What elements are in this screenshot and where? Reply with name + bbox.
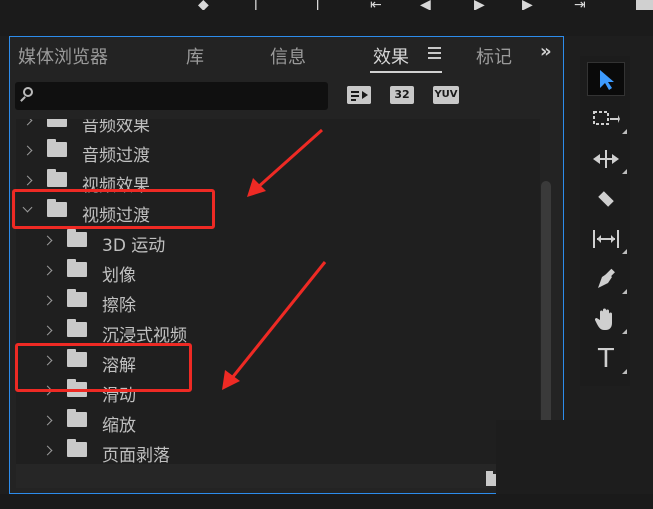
tree-item[interactable]: 擦除 [16, 289, 540, 319]
tree-item[interactable]: 音频过渡 [16, 139, 540, 169]
tree-scrollbar[interactable] [540, 119, 552, 464]
selection-tool[interactable] [587, 62, 625, 96]
folder-icon [67, 409, 87, 427]
insert-icon[interactable] [636, 0, 653, 10]
folder-icon [67, 259, 87, 277]
annotation-box-video-transitions [12, 189, 215, 229]
folder-icon [47, 169, 67, 187]
slip-icon [593, 230, 619, 248]
tree-item[interactable]: 页面剥落 [16, 439, 540, 464]
tab-markers[interactable]: 标记 [476, 43, 512, 69]
panel-footer [16, 464, 554, 488]
yuv-effects-icon[interactable]: YUV [433, 86, 459, 104]
overflow-chevron-icon[interactable]: » [540, 41, 552, 62]
chevron-right-icon[interactable] [42, 325, 53, 336]
hand-icon [594, 308, 612, 330]
tree-item-label: 音频效果 [82, 119, 150, 136]
tree-item-label: 音频过渡 [82, 146, 150, 166]
selection-tool-icon [600, 70, 614, 90]
search-input[interactable] [41, 85, 325, 107]
chevron-right-icon[interactable] [22, 145, 33, 156]
folder-icon [47, 119, 67, 127]
tree-item[interactable]: 缩放 [16, 409, 540, 439]
play-icon[interactable]: ▶ [474, 0, 485, 10]
top-transport-bar: ◆ ⌊ ⌋ ⇤ ◀ ▶ ▶ ⇥ [0, 0, 653, 36]
step-forward-icon[interactable]: ▶ [522, 0, 533, 10]
mark-in-icon[interactable]: ⌊ [254, 0, 259, 10]
track-select-tool[interactable] [587, 102, 627, 136]
effects-panel: 媒体浏览器 库 信息 效果 标记 » 32 YUV 音频效果 音频过渡 视频效果 视频… [9, 36, 564, 494]
folder-icon [47, 139, 67, 157]
step-back-icon[interactable]: ◀ [420, 0, 431, 10]
tree-item-label: 擦除 [102, 296, 136, 316]
folder-icon [67, 289, 87, 307]
pen-tool[interactable] [587, 262, 627, 296]
tree-item-label: 划像 [102, 266, 136, 286]
chevron-right-icon[interactable] [42, 265, 53, 276]
tree-item[interactable]: 划像 [16, 259, 540, 289]
ripple-edit-tool[interactable] [587, 142, 627, 176]
effects-tree: 音频效果 音频过渡 视频效果 视频过渡 3D 运动 划像 擦除 沉浸式视频 溶解 滑动 缩放 页面剥落 [16, 119, 540, 464]
tree-item-label: 页面剥落 [102, 446, 170, 464]
type-icon: T [598, 344, 614, 374]
chevron-right-icon[interactable] [42, 415, 53, 426]
chevron-right-icon[interactable] [42, 235, 53, 246]
chevron-right-icon[interactable] [42, 295, 53, 306]
ripple-edit-icon [593, 150, 619, 168]
annotation-box-dissolve [15, 343, 192, 392]
chevron-right-icon[interactable] [42, 445, 53, 456]
go-to-in-icon[interactable]: ⇤ [370, 0, 382, 10]
folder-icon [67, 319, 87, 337]
razor-tool[interactable] [587, 182, 625, 216]
tools-panel: T [580, 56, 630, 386]
go-to-out-icon[interactable]: ⇥ [574, 0, 586, 10]
search-field[interactable] [15, 82, 328, 110]
active-tab-indicator [370, 71, 442, 73]
tab-info[interactable]: 信息 [270, 43, 306, 69]
pen-icon [598, 268, 615, 288]
search-icon [23, 87, 33, 97]
razor-icon [598, 191, 614, 207]
type-tool[interactable]: T [587, 342, 627, 376]
accelerated-effects-icon[interactable] [347, 86, 371, 104]
tree-item[interactable]: 音频效果 [16, 119, 540, 139]
folder-icon [67, 229, 87, 247]
status-strip [0, 494, 653, 509]
chevron-right-icon[interactable] [22, 175, 33, 186]
tree-item-label: 缩放 [102, 416, 136, 436]
tab-effects[interactable]: 效果 [373, 43, 409, 69]
panel-menu-icon[interactable] [428, 47, 441, 59]
tab-libraries[interactable]: 库 [186, 43, 204, 69]
panel-tabs: 媒体浏览器 库 信息 效果 标记 » [10, 37, 563, 75]
slip-tool[interactable] [587, 222, 627, 256]
chevron-right-icon[interactable] [22, 119, 33, 126]
folder-icon [67, 439, 87, 457]
tab-media-browser[interactable]: 媒体浏览器 [18, 43, 108, 69]
track-select-icon [593, 111, 620, 125]
32-bit-effects-icon[interactable]: 32 [390, 86, 414, 104]
add-marker-icon[interactable]: ◆ [198, 0, 209, 10]
tree-item-label: 3D 运动 [102, 236, 166, 256]
tree-item[interactable]: 3D 运动 [16, 229, 540, 259]
mark-out-icon[interactable]: ⌋ [314, 0, 319, 10]
hand-tool[interactable] [587, 302, 627, 336]
